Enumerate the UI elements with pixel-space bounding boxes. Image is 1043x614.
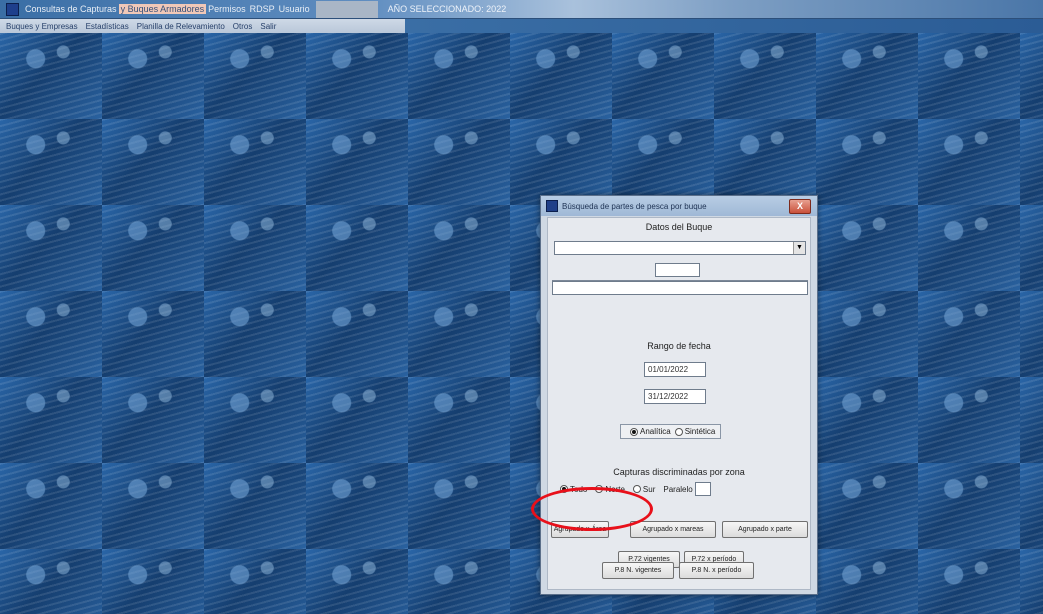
menu-otros[interactable]: Otros xyxy=(233,22,253,31)
redacted-username xyxy=(315,0,378,18)
title-highlight: y Buques Armadores xyxy=(118,4,207,14)
dialog-title: Búsqueda de partes de pesca por buque xyxy=(562,201,707,211)
radio-sintetica[interactable] xyxy=(674,427,683,436)
close-button[interactable]: X xyxy=(789,199,811,214)
menu-planilla[interactable]: Planilla de Relevamiento xyxy=(137,22,225,31)
group-by-parte-button[interactable]: Agrupado x parte xyxy=(722,521,808,538)
zone-section-label: Capturas discriminadas por zona xyxy=(613,467,745,477)
radio-sur-label: Sur xyxy=(642,484,656,494)
p8-vigentes-button[interactable]: P.8 N. vigentes xyxy=(602,562,674,579)
radio-sintetica-label: Sintética xyxy=(684,427,716,436)
search-dialog: Búsqueda de partes de pesca por buque X … xyxy=(540,195,818,595)
radio-sur[interactable] xyxy=(632,485,641,493)
vessel-combo[interactable]: ▼ xyxy=(554,241,806,255)
group-by-mareas-button[interactable]: Agrupado x mareas xyxy=(630,521,716,538)
vessel-code-input[interactable] xyxy=(655,263,700,277)
title-user: Usuario xyxy=(278,4,310,14)
parallel-input[interactable] xyxy=(694,482,711,496)
date-to-input[interactable]: 31/12/2022 xyxy=(644,389,706,404)
selected-year: AÑO SELECCIONADO: 2022 xyxy=(387,4,507,14)
menu-estadisticas[interactable]: Estadísticas xyxy=(86,22,129,31)
chevron-down-icon[interactable]: ▼ xyxy=(793,242,805,254)
radio-analitica-label: Analítica xyxy=(640,427,671,436)
zone-group: Todo Norte Sur Paralelo xyxy=(556,482,711,496)
menu-bar: Buques y Empresas Estadísticas Planilla … xyxy=(0,19,405,33)
date-from-input[interactable]: 01/01/2022 xyxy=(644,362,706,377)
menu-buques-empresas[interactable]: Buques y Empresas xyxy=(6,22,78,31)
dialog-title-bar: Búsqueda de partes de pesca por buque xyxy=(541,196,817,216)
group-by-area-button[interactable]: Agrupado x Área xyxy=(551,521,609,538)
vessel-section-label: Datos del Buque xyxy=(645,222,713,232)
title-user-label: RDSP xyxy=(249,4,275,14)
title-permisos: Permisos xyxy=(208,4,246,14)
report-type-group: Analítica Sintética xyxy=(620,424,722,439)
dialog-icon xyxy=(546,200,558,212)
date-range-label: Rango de fecha xyxy=(647,341,711,351)
app-icon xyxy=(6,2,19,16)
vessel-name-field[interactable] xyxy=(552,281,808,295)
radio-todo-label: Todo xyxy=(570,484,588,494)
dialog-body: Datos del Buque ▼ Rango de fecha 01/01/2… xyxy=(547,217,811,590)
p8-periodo-button[interactable]: P.8 N. x período xyxy=(679,562,754,579)
parallel-label: Paralelo xyxy=(663,484,693,494)
radio-todo[interactable] xyxy=(560,485,568,493)
radio-norte-label: Norte xyxy=(605,484,625,494)
window-title-bar: Consultas de Capturas y Buques Armadores… xyxy=(0,0,1043,19)
desktop-wallpaper xyxy=(0,33,1043,614)
menu-bar-filler xyxy=(405,19,1043,33)
menu-salir[interactable]: Salir xyxy=(260,22,276,31)
radio-analitica[interactable] xyxy=(630,427,638,436)
title-app: Consultas de Capturas xyxy=(25,4,117,14)
radio-norte[interactable] xyxy=(595,485,604,493)
